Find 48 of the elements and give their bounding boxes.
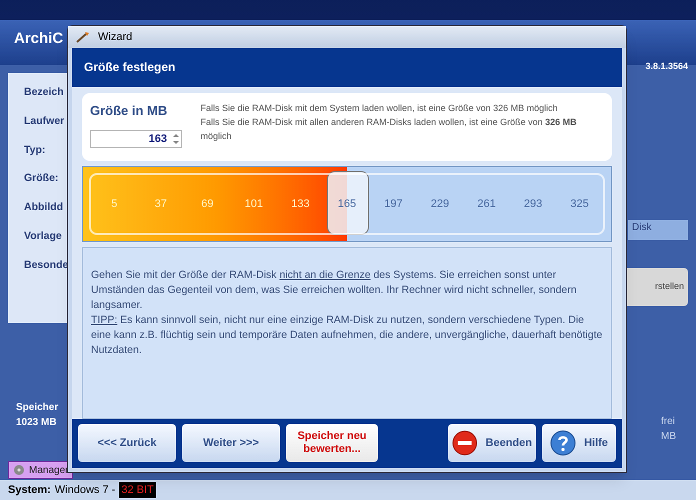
scale-tick: 37 [154,196,168,212]
version-text: 3.8.1.3564 [645,60,688,73]
manager-tab[interactable]: Manager [8,461,74,479]
scale-tick: 101 [244,196,264,212]
scale-tick: 261 [476,196,497,212]
field-label: Bezeich [24,85,65,100]
field-label: Besonde [24,258,70,272]
field-label: Größe: [24,171,60,186]
unit-label: MB [661,430,676,444]
wand-icon [76,30,90,43]
size-scale[interactable]: 5 37 69 101 133 165 197 229 261 293 325 [82,166,612,242]
info-text: Falls Sie die RAM-Disk mit allen anderen RAM-Disks laden wollen, ist eine Größe von 326 MB möglich [200,116,578,143]
scale-tick: 5 [110,196,118,212]
exit-button[interactable]: Beenden [448,424,536,462]
panel-header: Disk [628,220,688,240]
field-label: Vorlage [24,228,63,244]
scale-thumb[interactable] [327,170,369,235]
field-label: Laufwer [24,114,66,129]
bit-badge: 32 BIT [119,482,156,498]
scale-tick: 293 [522,196,544,212]
size-spinner[interactable]: 163 [90,130,182,148]
help-button[interactable]: Hilfe [542,424,616,462]
memory-label: Speicher [16,401,58,415]
status-label: System: [8,482,51,498]
scale-tick: 325 [569,196,590,212]
cd-icon [13,464,25,476]
hint-text: TIPP: Es kann sinnvoll sein, nicht nur eine einzige RAM-Disk zu nutzen, sondern verschiedene Typen. Die eine kann z.B. flüchtig sein und temporäre Daten aufnehmen, die andere, unvergängliche, dauerhaft benötigte Nutzdaten. [91,312,603,358]
field-label: Abbildd [24,200,64,215]
scale-tick: 69 [200,196,214,212]
wizard-button[interactable]: <<< Zurück [78,424,176,462]
memory-value: 1023 MB [16,416,58,430]
app-title: ArchiC [14,29,64,49]
size-label: Größe in MB [90,102,168,120]
stop-icon [452,430,478,456]
step-heading: Größe festlegen [84,59,176,76]
wizard-button[interactable]: Weiter >>> [182,424,280,462]
window-title: Wizard [98,30,132,45]
info-text: Falls Sie die RAM-Disk mit dem System laden wollen, ist eine Größe von 326 MB möglich [200,102,559,115]
status-value: Windows 7 - [54,482,116,498]
hint-text: Gehen Sie mit der Größe der RAM-Disk nicht an die Grenze des Systems. Sie erreichen sonst unter Umständen das Gegenteil von dem, was Sie erreichen wollten. Ihr Rechner wird nicht schneller, sondern langsamer. [91,268,578,313]
scale-tick: 165 [336,196,358,212]
scale-tick: 229 [430,196,450,212]
free-label: frei [661,415,676,429]
help-icon [550,430,576,456]
wizard-button[interactable]: Speicher neu bewerten... [286,424,378,462]
scale-tick: 133 [290,196,311,212]
field-label: Typ: [24,142,46,158]
scale-tick: 197 [383,196,404,212]
